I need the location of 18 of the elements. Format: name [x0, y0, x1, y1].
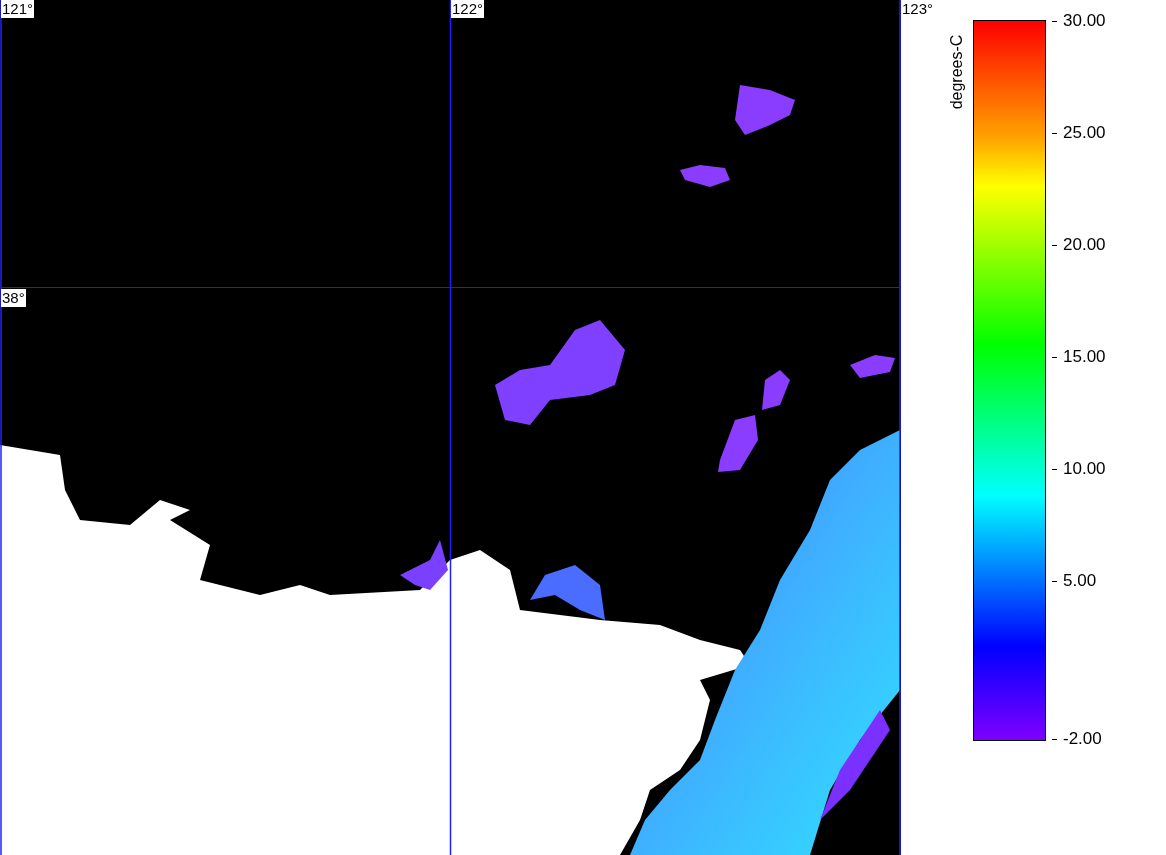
latitude-label: 38° — [1, 289, 26, 307]
scale-tick-label: 30.00 — [1063, 11, 1106, 31]
tick-mark — [1052, 738, 1057, 740]
scale-tick-label: 5.00 — [1063, 571, 1097, 591]
unit-label: degrees-C — [947, 34, 966, 110]
scale-tick-label: -2.00 — [1063, 729, 1102, 749]
scale-tick-label: 10.00 — [1063, 459, 1106, 479]
scale-tick-label: 25.00 — [1063, 123, 1106, 143]
tick-mark — [1052, 20, 1057, 22]
longitude-label: 121° — [1, 0, 35, 18]
scale-tick-label: 20.00 — [1063, 235, 1106, 255]
scale-tick-label: 15.00 — [1063, 347, 1106, 367]
tick-mark — [1052, 132, 1057, 134]
tick-mark — [1052, 580, 1057, 582]
tick-mark — [1052, 244, 1057, 246]
longitude-label: 122° — [451, 0, 485, 18]
tick-mark — [1052, 468, 1057, 470]
tick-mark — [1052, 356, 1057, 358]
